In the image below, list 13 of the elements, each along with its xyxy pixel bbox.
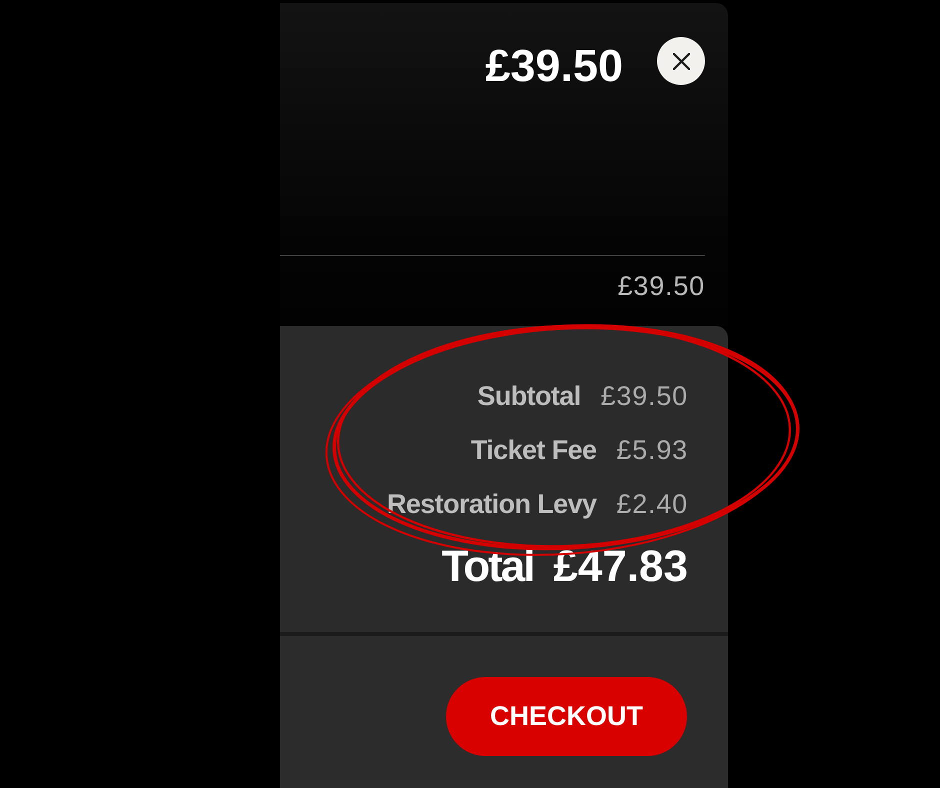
line-item-price: £39.50 <box>618 270 705 302</box>
close-button[interactable] <box>657 37 705 85</box>
item-price: £39.50 <box>485 40 623 92</box>
summary-value: £5.93 <box>616 434 688 466</box>
summary-label: Ticket Fee <box>470 434 596 466</box>
close-icon <box>672 52 690 70</box>
summary-label: Restoration Levy <box>386 488 596 520</box>
summary-label: Subtotal <box>477 380 581 412</box>
summary-value: £2.40 <box>616 488 688 520</box>
total-label: Total <box>442 541 534 593</box>
checkout-button[interactable]: CHECKOUT <box>446 677 687 756</box>
total-value: £47.83 <box>553 541 688 593</box>
summary-value: £39.50 <box>600 380 688 412</box>
